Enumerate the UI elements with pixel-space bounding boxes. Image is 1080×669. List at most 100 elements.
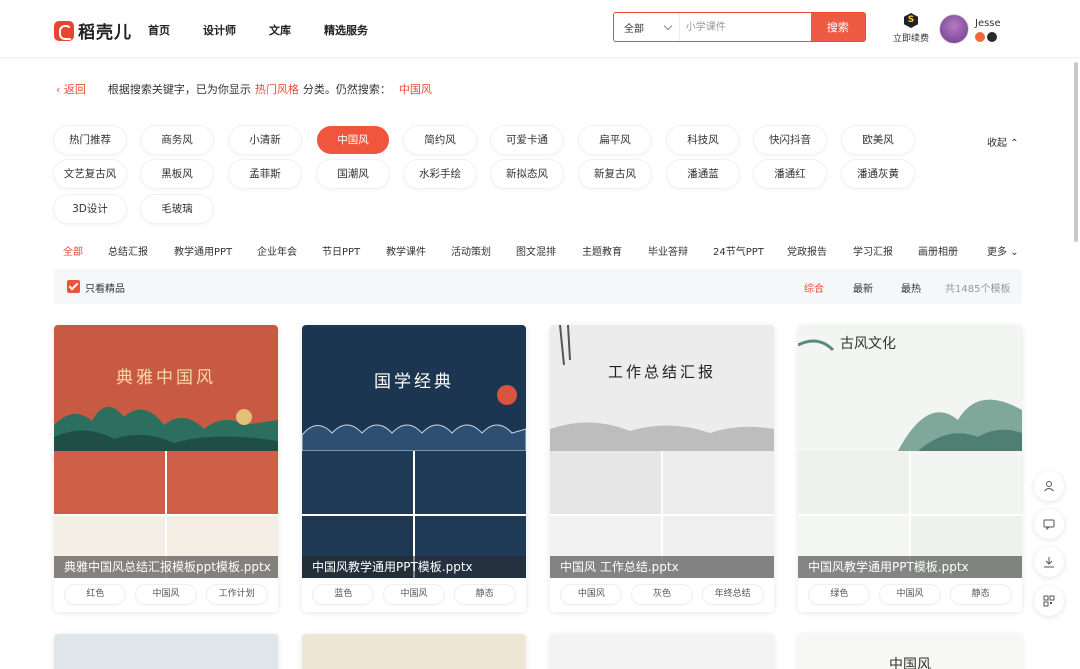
username[interactable]: Jesse bbox=[975, 18, 1001, 29]
breadcrumb-category[interactable]: 热门风格 bbox=[255, 81, 299, 97]
tag[interactable]: 中国风 bbox=[135, 585, 196, 604]
sort-default[interactable]: 综合 bbox=[804, 280, 824, 295]
category-tab[interactable]: 24节气PPT bbox=[713, 243, 764, 258]
logo[interactable]: 稻壳儿 bbox=[54, 18, 132, 43]
style-chip[interactable]: 潘通灰黄 bbox=[842, 160, 914, 188]
template-card[interactable]: 典雅中国风 典雅中国风总结汇报模板ppt模板.pptx 红色 中国风 工作计划 bbox=[54, 325, 278, 612]
tag[interactable]: 年终总结 bbox=[702, 585, 763, 604]
preview-slide bbox=[663, 451, 774, 514]
template-card[interactable] bbox=[54, 634, 278, 669]
sort-newest[interactable]: 最新 bbox=[853, 280, 873, 295]
user-tool-button[interactable] bbox=[1034, 471, 1064, 501]
logo-icon bbox=[54, 20, 74, 41]
style-chip[interactable]: 国潮风 bbox=[317, 160, 389, 188]
premium-checkbox[interactable] bbox=[67, 280, 80, 293]
category-tab[interactable]: 毕业答辩 bbox=[648, 243, 688, 258]
template-card[interactable] bbox=[302, 634, 526, 669]
style-chip[interactable]: 扁平风 bbox=[579, 126, 651, 154]
template-card[interactable]: 国学经典 中国风教学通用PPT模板.pptx 蓝色 中国风 静态 bbox=[302, 325, 526, 612]
more-categories[interactable]: 更多 ⌄ bbox=[987, 243, 1019, 258]
nav-designer[interactable]: 设计师 bbox=[203, 22, 236, 38]
template-thumbnail: 工作总结汇报 中国风 工作总结.pptx bbox=[550, 325, 774, 578]
style-chip[interactable]: 新拟态风 bbox=[491, 160, 563, 188]
tag[interactable]: 静态 bbox=[454, 585, 515, 604]
style-chip[interactable]: 3D设计 bbox=[54, 195, 126, 223]
chevron-up-icon: ⌃ bbox=[1010, 138, 1019, 149]
level-badge-icon bbox=[975, 32, 985, 42]
download-tool-button[interactable] bbox=[1034, 547, 1064, 577]
card-title: 中国风教学通用PPT模板.pptx bbox=[798, 556, 1022, 578]
style-chip[interactable]: 新复古风 bbox=[579, 160, 651, 188]
template-card[interactable]: 工作总结汇报 中国风 工作总结.pptx 中国风 灰色 年终总结 bbox=[550, 325, 774, 612]
category-tab[interactable]: 主题教育 bbox=[582, 243, 622, 258]
tag[interactable]: 中国风 bbox=[383, 585, 444, 604]
style-chip-active[interactable]: 中国风 bbox=[317, 126, 389, 154]
category-tab[interactable]: 教学通用PPT bbox=[174, 243, 232, 258]
tag[interactable]: 中国风 bbox=[561, 585, 622, 604]
chevron-down-icon: ⌄ bbox=[1010, 247, 1019, 258]
tag[interactable]: 中国风 bbox=[879, 585, 940, 604]
breadcrumb-keyword[interactable]: 中国风 bbox=[399, 81, 432, 97]
nav-services[interactable]: 精选服务 bbox=[324, 22, 368, 38]
style-chip[interactable]: 水彩手绘 bbox=[404, 160, 476, 188]
style-chip[interactable]: 潘通红 bbox=[754, 160, 826, 188]
user-icon bbox=[1044, 481, 1054, 492]
breadcrumb: ‹ 返回 根据搜索关键字，已为你显示 热门风格 分类。仍然搜索： 中国风 bbox=[56, 81, 432, 97]
style-chip[interactable]: 文艺复古风 bbox=[54, 160, 126, 188]
search-button[interactable]: 搜索 bbox=[810, 13, 865, 41]
category-tab[interactable]: 党政报告 bbox=[787, 243, 827, 258]
style-chip[interactable]: 科技风 bbox=[667, 126, 739, 154]
category-tab[interactable]: 企业年会 bbox=[257, 243, 297, 258]
category-tab-active[interactable]: 全部 bbox=[63, 243, 83, 258]
search-input[interactable] bbox=[679, 13, 811, 41]
style-chip[interactable]: 快闪抖音 bbox=[754, 126, 826, 154]
chevron-down-icon bbox=[663, 21, 673, 30]
user-badges bbox=[975, 32, 997, 42]
template-card[interactable]: 古风文化 中国风教学通用PPT模板.pptx 绿色 中国风 静态 bbox=[798, 325, 1022, 612]
style-chip[interactable]: 欧美风 bbox=[842, 126, 914, 154]
style-chip[interactable]: 黑板风 bbox=[141, 160, 213, 188]
style-chip[interactable]: 小清新 bbox=[229, 126, 301, 154]
premium-label[interactable]: 只看精品 bbox=[85, 280, 125, 295]
back-link[interactable]: ‹ 返回 bbox=[56, 81, 86, 97]
category-tab[interactable]: 总结汇报 bbox=[108, 243, 148, 258]
category-tab[interactable]: 画册相册 bbox=[918, 243, 958, 258]
template-thumbnail: 典雅中国风 典雅中国风总结汇报模板ppt模板.pptx bbox=[54, 325, 278, 578]
tag[interactable]: 绿色 bbox=[809, 585, 870, 604]
collapse-toggle[interactable]: 收起 ⌃ bbox=[987, 134, 1019, 149]
search-scope-select[interactable]: 全部 bbox=[614, 13, 680, 41]
style-chip[interactable]: 热门推荐 bbox=[54, 126, 126, 154]
category-tab[interactable]: 教学课件 bbox=[386, 243, 426, 258]
template-thumbnail: 古风文化 中国风教学通用PPT模板.pptx bbox=[798, 325, 1022, 578]
category-tab[interactable]: 节日PPT bbox=[322, 243, 360, 258]
top-header: 稻壳儿 首页 设计师 文库 精选服务 全部 搜索 S 立即续费 Jesse bbox=[0, 0, 1080, 58]
feedback-tool-button[interactable] bbox=[1034, 509, 1064, 539]
tag[interactable]: 红色 bbox=[65, 585, 126, 604]
collapse-label: 收起 bbox=[987, 138, 1007, 149]
category-tab[interactable]: 活动策划 bbox=[451, 243, 491, 258]
style-chip[interactable]: 可爱卡通 bbox=[491, 126, 563, 154]
tag[interactable]: 灰色 bbox=[631, 585, 692, 604]
category-tab[interactable]: 图文混排 bbox=[516, 243, 556, 258]
card-tags: 蓝色 中国风 静态 bbox=[302, 585, 526, 604]
template-card[interactable] bbox=[550, 634, 774, 669]
tag[interactable]: 蓝色 bbox=[313, 585, 374, 604]
qrcode-tool-button[interactable] bbox=[1034, 586, 1064, 616]
cover-text: 中国风 bbox=[889, 657, 931, 669]
category-tab[interactable]: 学习汇报 bbox=[853, 243, 893, 258]
nav-home[interactable]: 首页 bbox=[148, 22, 170, 38]
style-chip[interactable]: 潘通蓝 bbox=[667, 160, 739, 188]
style-chip[interactable]: 孟菲斯 bbox=[229, 160, 301, 188]
tag[interactable]: 静态 bbox=[950, 585, 1011, 604]
logo-text: 稻壳儿 bbox=[78, 23, 132, 43]
renew-button[interactable]: S 立即续费 bbox=[892, 13, 930, 44]
nav-library[interactable]: 文库 bbox=[269, 22, 291, 38]
style-chip[interactable]: 毛玻璃 bbox=[141, 195, 213, 223]
page-scrollbar[interactable] bbox=[1074, 62, 1078, 242]
style-chip[interactable]: 简约风 bbox=[404, 126, 476, 154]
tag[interactable]: 工作计划 bbox=[206, 585, 267, 604]
template-card[interactable]: 中国风 bbox=[798, 634, 1022, 669]
style-chip[interactable]: 商务风 bbox=[141, 126, 213, 154]
sort-hottest[interactable]: 最热 bbox=[901, 280, 921, 295]
avatar[interactable] bbox=[939, 14, 969, 44]
